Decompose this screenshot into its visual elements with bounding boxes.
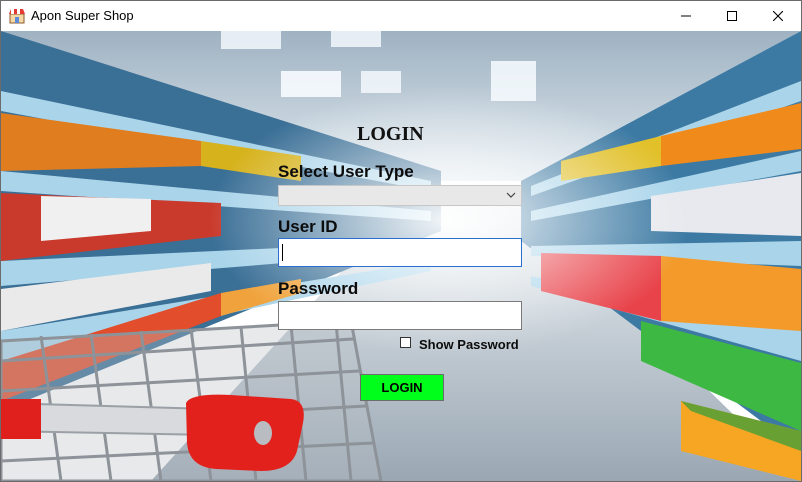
text-caret xyxy=(282,244,283,261)
user-type-dropdown[interactable] xyxy=(278,185,522,206)
app-window: Apon Super Shop LOGIN Select User Type U… xyxy=(0,0,802,482)
maximize-icon xyxy=(727,11,737,21)
login-button[interactable]: LOGIN xyxy=(360,374,444,401)
user-id-label: User ID xyxy=(278,217,338,236)
chevron-down-icon xyxy=(506,192,516,198)
login-form-area: LOGIN Select User Type User ID Password … xyxy=(1,31,801,481)
login-heading: LOGIN xyxy=(357,123,424,145)
window-title: Apon Super Shop xyxy=(31,8,134,23)
maximize-button[interactable] xyxy=(709,1,755,31)
minimize-button[interactable] xyxy=(663,1,709,31)
shop-icon xyxy=(9,9,25,24)
user-id-input[interactable] xyxy=(278,238,522,267)
close-icon xyxy=(773,11,783,21)
user-type-label: Select User Type xyxy=(278,162,414,181)
minimize-icon xyxy=(681,15,691,17)
password-input[interactable] xyxy=(278,301,522,330)
password-label: Password xyxy=(278,279,359,298)
close-button[interactable] xyxy=(755,1,801,31)
title-bar[interactable]: Apon Super Shop xyxy=(1,1,801,31)
show-password-label[interactable]: Show Password xyxy=(419,337,519,352)
show-password-checkbox[interactable] xyxy=(400,337,411,348)
